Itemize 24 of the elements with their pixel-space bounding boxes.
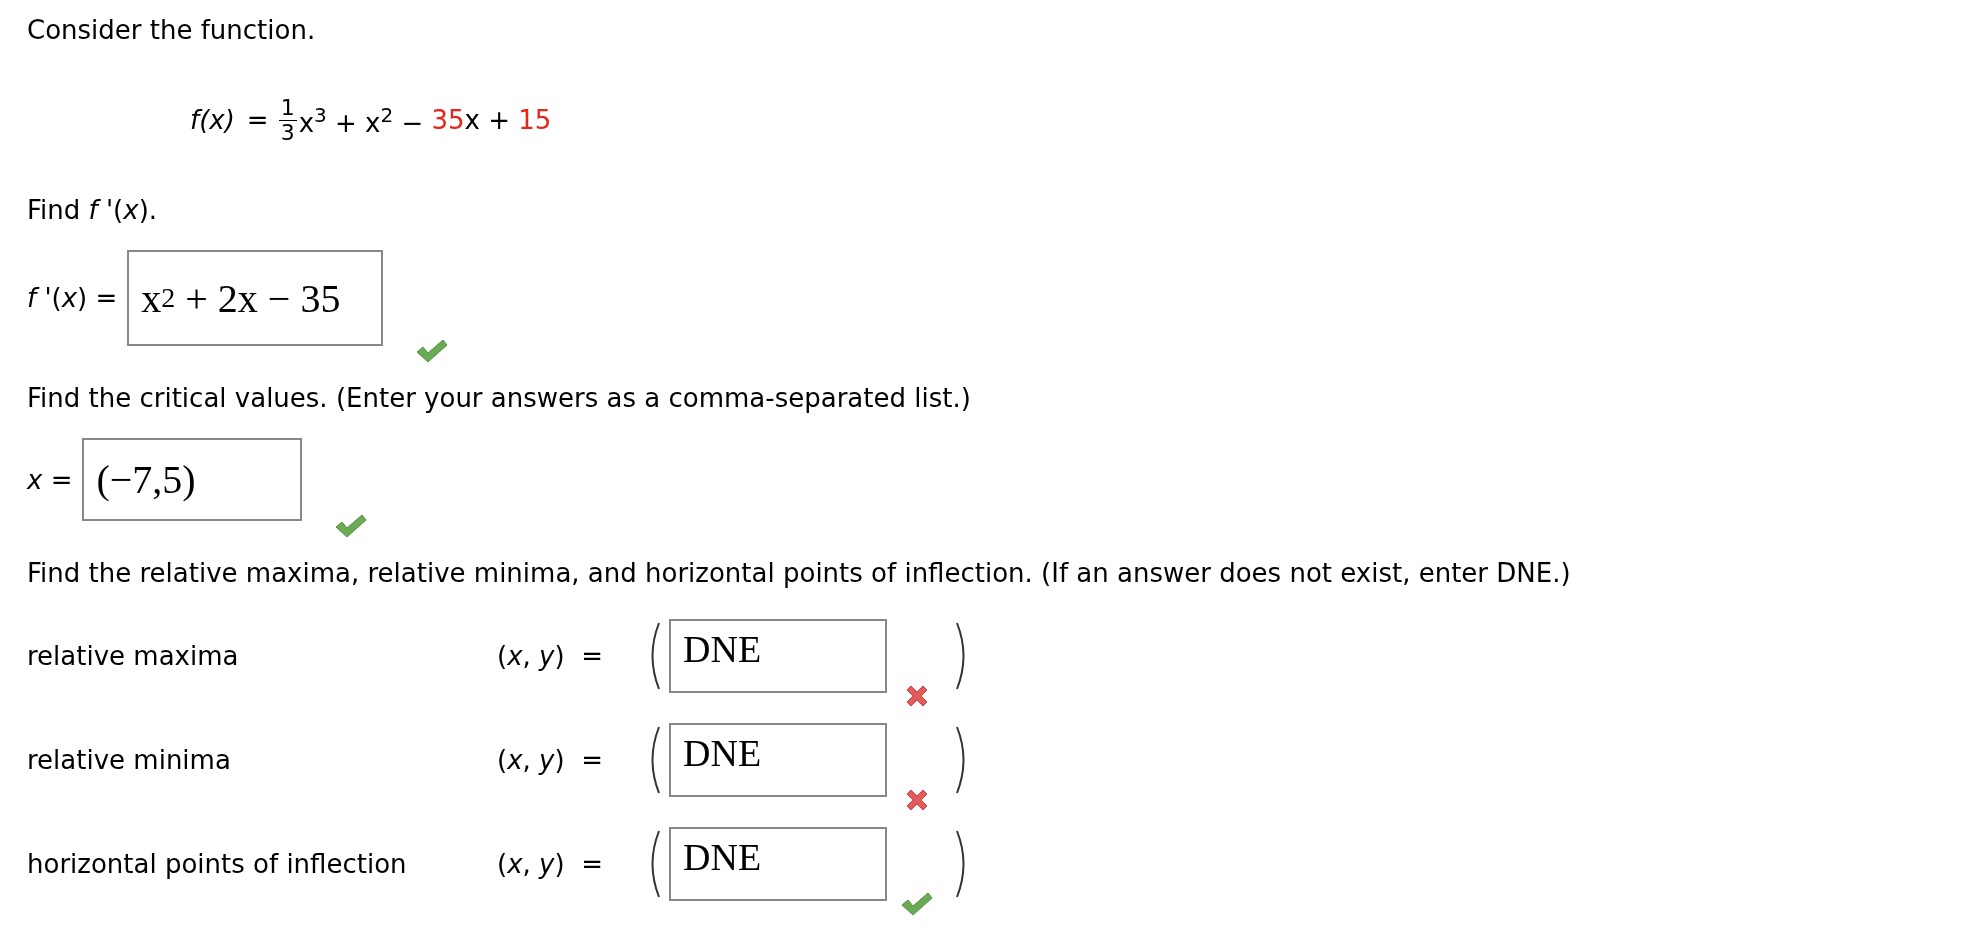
answer-field[interactable]: DNE bbox=[669, 827, 887, 901]
question-text: Find the critical values. (Enter your answers as a comma-separated list.) bbox=[27, 382, 972, 414]
answer-label: (x, y) = bbox=[497, 641, 604, 671]
answer-field[interactable]: x$^{2}$ + 2x − 35 bbox=[127, 250, 384, 346]
question-text: Find the relative maxima, relative minima, and horizontal points of inflection. (If an answer does not exist, enter DNE.) bbox=[27, 557, 1572, 589]
row-label: horizontal points of inflection bbox=[27, 849, 408, 879]
answer-label: (x, y) = bbox=[497, 849, 604, 879]
answer-label: (x, y) = bbox=[497, 745, 604, 775]
function-name: f(x) bbox=[190, 105, 235, 135]
answer-label: f '(x) = bbox=[27, 283, 118, 313]
answer-field[interactable]: (−7,5) bbox=[82, 438, 303, 521]
row-label: relative minima bbox=[27, 745, 232, 775]
question-text: Find f '(x). bbox=[27, 194, 159, 226]
equals-sign: = bbox=[246, 105, 269, 135]
fraction: 1 3 bbox=[278, 95, 297, 145]
answer-field[interactable]: DNE bbox=[669, 619, 887, 693]
answer-field[interactable]: DNE bbox=[669, 723, 887, 797]
row-label: relative maxima bbox=[27, 641, 240, 671]
answer-label: x = bbox=[27, 464, 73, 495]
highlighted-number: 15 bbox=[518, 105, 552, 135]
intro-text: Consider the function. bbox=[27, 14, 317, 46]
formula-term: x$^{3}$ + x$^{2}$ − bbox=[298, 102, 425, 138]
formula-term: x + bbox=[464, 105, 512, 135]
highlighted-number: 35 bbox=[431, 105, 465, 135]
